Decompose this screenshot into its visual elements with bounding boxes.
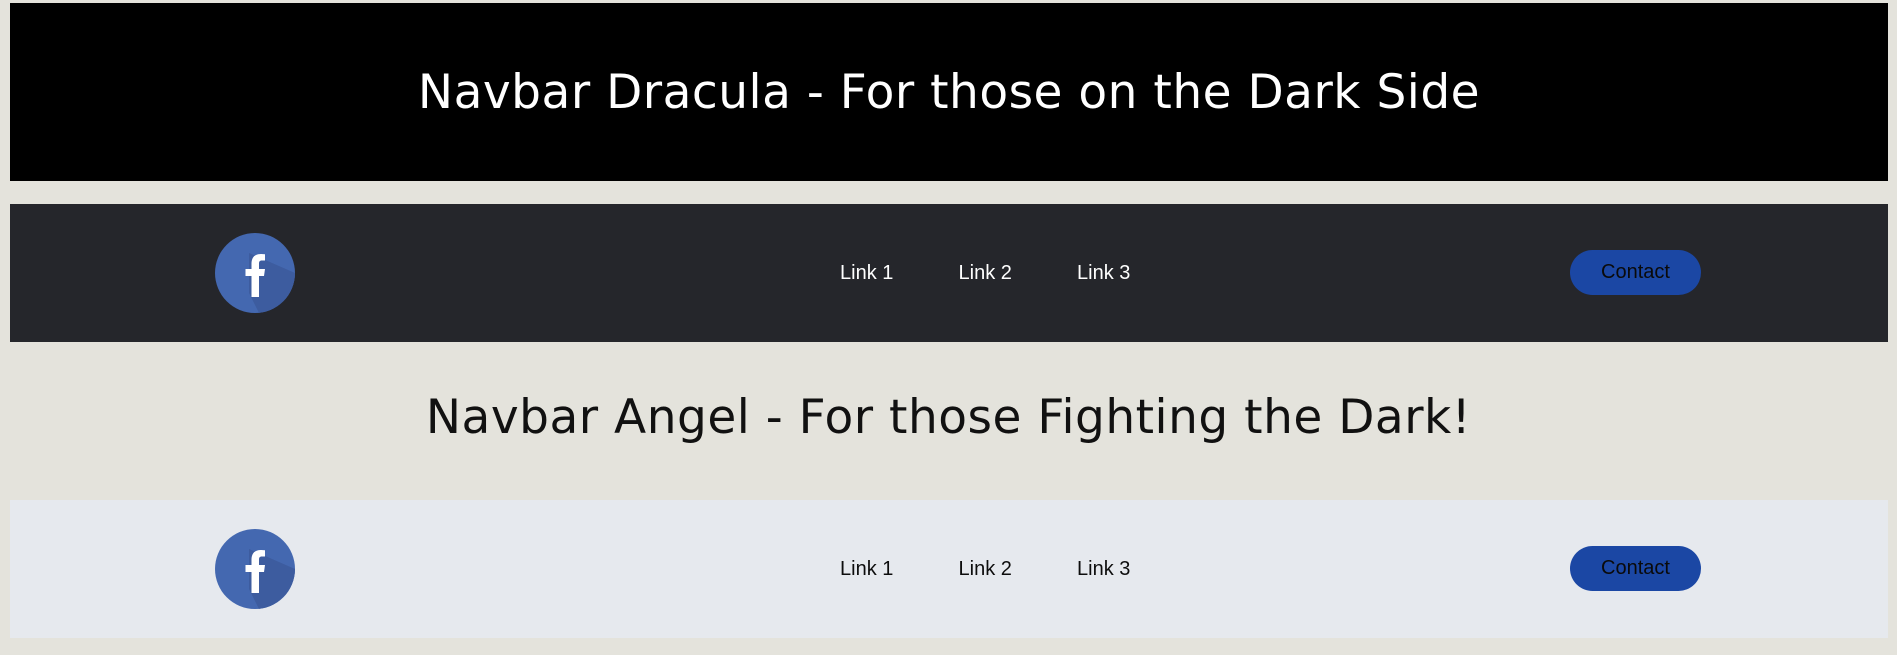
dracula-banner: Navbar Dracula - For those on the Dark S… bbox=[10, 3, 1888, 181]
angel-title: Navbar Angel - For those Fighting the Da… bbox=[425, 390, 1472, 445]
nav-link-3[interactable]: Link 3 bbox=[1077, 262, 1186, 285]
nav-link-3[interactable]: Link 3 bbox=[1077, 558, 1186, 581]
angel-nav-links: Link 1 Link 2 Link 3 bbox=[830, 500, 1186, 638]
dracula-navbar: Link 1 Link 2 Link 3 Contact bbox=[10, 204, 1888, 342]
angel-navbar: Link 1 Link 2 Link 3 Contact bbox=[10, 500, 1888, 638]
facebook-icon[interactable] bbox=[215, 233, 295, 313]
contact-button[interactable]: Contact bbox=[1570, 250, 1701, 295]
dracula-title: Navbar Dracula - For those on the Dark S… bbox=[417, 64, 1481, 120]
dracula-nav-links: Link 1 Link 2 Link 3 bbox=[830, 204, 1186, 342]
nav-link-1[interactable]: Link 1 bbox=[840, 262, 949, 285]
contact-button[interactable]: Contact bbox=[1570, 546, 1701, 591]
nav-link-2[interactable]: Link 2 bbox=[959, 558, 1068, 581]
nav-link-2[interactable]: Link 2 bbox=[959, 262, 1068, 285]
nav-link-1[interactable]: Link 1 bbox=[840, 558, 949, 581]
facebook-icon[interactable] bbox=[215, 529, 295, 609]
